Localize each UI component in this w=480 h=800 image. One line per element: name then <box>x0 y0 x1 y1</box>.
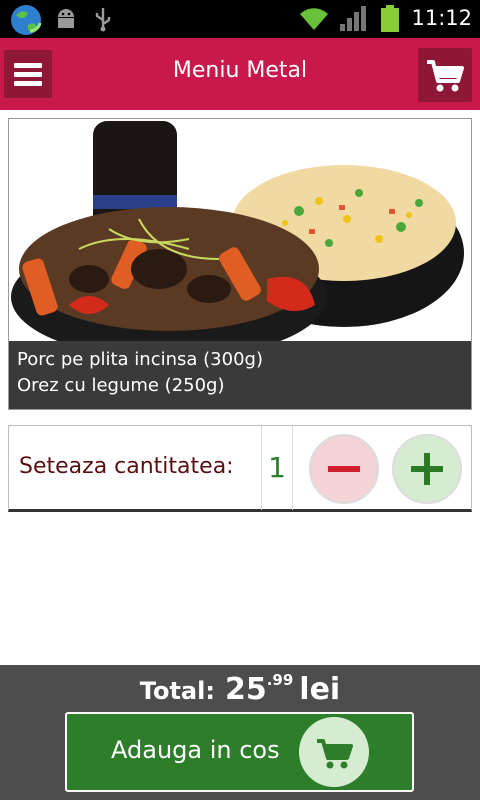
add-to-cart-label: Adauga in cos <box>111 736 280 764</box>
status-bar: 11:12 <box>0 0 480 38</box>
action-bar: Meniu Metal <box>0 38 480 110</box>
product-line-2: Orez cu legume (250g) <box>17 375 225 396</box>
plus-icon <box>411 453 443 485</box>
android-debug-icon <box>55 7 77 35</box>
wifi-icon <box>298 6 330 36</box>
total-price: Total: 25.99 lei <box>0 671 480 707</box>
product-caption: Porc pe plita incinsa (300g) Orez cu leg… <box>9 341 471 409</box>
increase-quantity-button[interactable] <box>392 434 462 504</box>
minus-icon <box>328 466 360 472</box>
globe-sync-icon <box>8 3 44 41</box>
total-decimal: .99 <box>266 671 294 689</box>
menu-button[interactable] <box>4 50 52 98</box>
hamburger-menu-icon <box>14 63 42 68</box>
cart-button[interactable] <box>418 48 472 102</box>
currency-label: lei <box>299 672 341 707</box>
product-card[interactable]: Porc pe plita incinsa (300g) Orez cu leg… <box>8 118 472 410</box>
app-screen: 11:12 Meniu Metal Porc pe plita incinsa … <box>0 0 480 800</box>
status-time: 11:12 <box>411 6 472 30</box>
quantity-selector: Seteaza cantitatea: 1 <box>8 425 472 512</box>
add-to-cart-button[interactable]: Adauga in cos <box>65 712 414 792</box>
decrease-quantity-button[interactable] <box>309 434 379 504</box>
footer-bar: Total: 25.99 lei Adauga in cos <box>0 665 480 800</box>
shopping-cart-icon <box>427 60 464 92</box>
quantity-label: Seteaza cantitatea: <box>19 454 234 479</box>
battery-icon <box>380 5 400 37</box>
signal-icon <box>338 6 366 36</box>
product-image <box>9 119 471 343</box>
total-integer: 25 <box>224 672 267 707</box>
total-label: Total: <box>139 677 215 705</box>
quantity-value: 1 <box>261 426 293 510</box>
add-to-cart-icon <box>299 717 369 787</box>
product-line-1: Porc pe plita incinsa (300g) <box>17 349 263 370</box>
page-title: Meniu Metal <box>172 58 308 83</box>
usb-icon <box>93 6 113 36</box>
